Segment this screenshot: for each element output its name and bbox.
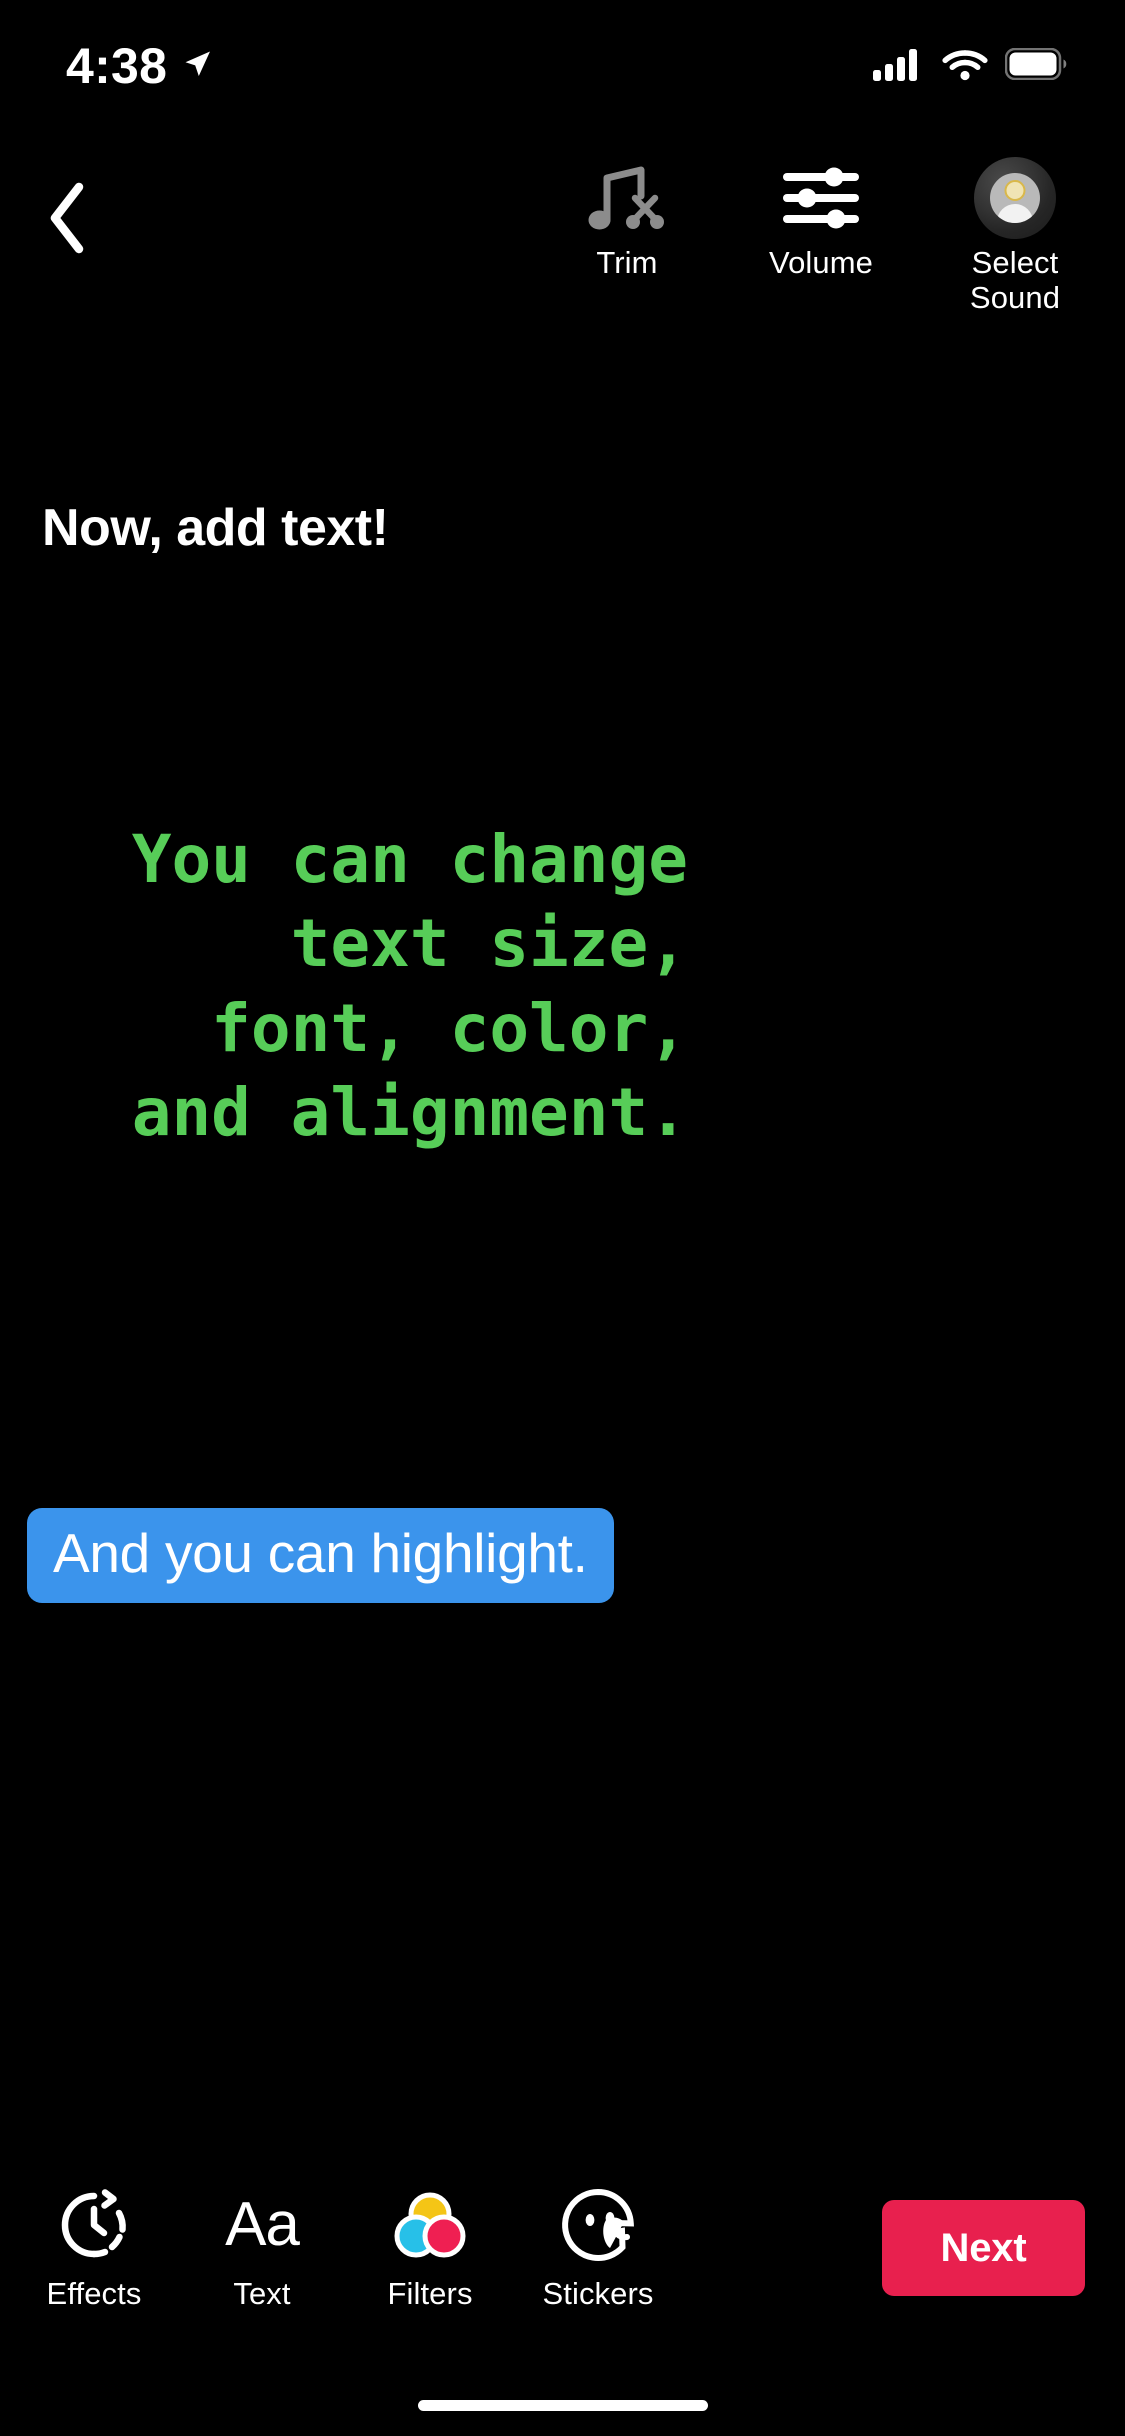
- location-arrow-icon: [181, 48, 213, 85]
- effects-label: Effects: [46, 2276, 142, 2311]
- back-button[interactable]: [22, 174, 114, 266]
- trim-tool-button[interactable]: Trim: [553, 160, 701, 281]
- filters-button[interactable]: Filters: [346, 2182, 514, 2312]
- bottom-tool-group: Effects Aa Text Filters Stickers: [10, 2182, 682, 2312]
- select-sound-label-line2: Sound: [969, 279, 1061, 315]
- aa-glyph: Aa: [225, 2190, 300, 2259]
- sticker-face-icon: [560, 2182, 636, 2268]
- trim-tool-label: Trim: [596, 245, 658, 280]
- vinyl-record-avatar-icon: [974, 157, 1056, 239]
- color-circles-icon: [390, 2182, 470, 2268]
- music-note-scissors-icon: [585, 160, 669, 236]
- status-bar-right: [873, 46, 1067, 87]
- green-text-overlay[interactable]: You can change text size, font, color, a…: [60, 818, 688, 1156]
- text-label: Text: [233, 2276, 291, 2311]
- status-bar-left: 4:38: [66, 41, 213, 91]
- timer-clock-icon: [55, 2182, 133, 2268]
- stickers-label: Stickers: [542, 2276, 654, 2311]
- effects-button[interactable]: Effects: [10, 2182, 178, 2312]
- volume-tool-label: Volume: [769, 245, 873, 280]
- highlight-text-overlay[interactable]: And you can highlight.: [27, 1508, 614, 1603]
- highlight-text-label: And you can highlight.: [53, 1522, 588, 1584]
- page-title[interactable]: Now, add text!: [42, 498, 389, 558]
- filters-label: Filters: [387, 2276, 473, 2311]
- wifi-icon: [942, 47, 988, 86]
- bottom-toolbar: Effects Aa Text Filters Stickers Next: [0, 2182, 1125, 2342]
- sliders-icon: [781, 160, 861, 236]
- stickers-button[interactable]: Stickers: [514, 2182, 682, 2312]
- select-sound-tool-label: Select Sound: [969, 245, 1061, 315]
- home-indicator[interactable]: [417, 2400, 708, 2411]
- volume-tool-button[interactable]: Volume: [747, 160, 895, 281]
- top-toolbar: Trim Volume Select Sound: [0, 157, 1125, 315]
- next-button[interactable]: Next: [882, 2200, 1085, 2296]
- status-bar: 4:38: [0, 0, 1125, 132]
- status-time: 4:38: [66, 38, 168, 94]
- top-tool-group: Trim Volume Select Sound: [553, 157, 1089, 315]
- select-sound-label-line1: Select: [971, 245, 1059, 280]
- aa-text-icon: Aa: [225, 2182, 300, 2268]
- text-button[interactable]: Aa Text: [178, 2182, 346, 2312]
- battery-full-icon: [1004, 47, 1067, 85]
- cellular-signal-icon: [873, 46, 925, 87]
- next-button-label: Next: [940, 2225, 1027, 2270]
- chevron-left-icon: [45, 181, 91, 260]
- select-sound-tool-button[interactable]: Select Sound: [941, 157, 1089, 315]
